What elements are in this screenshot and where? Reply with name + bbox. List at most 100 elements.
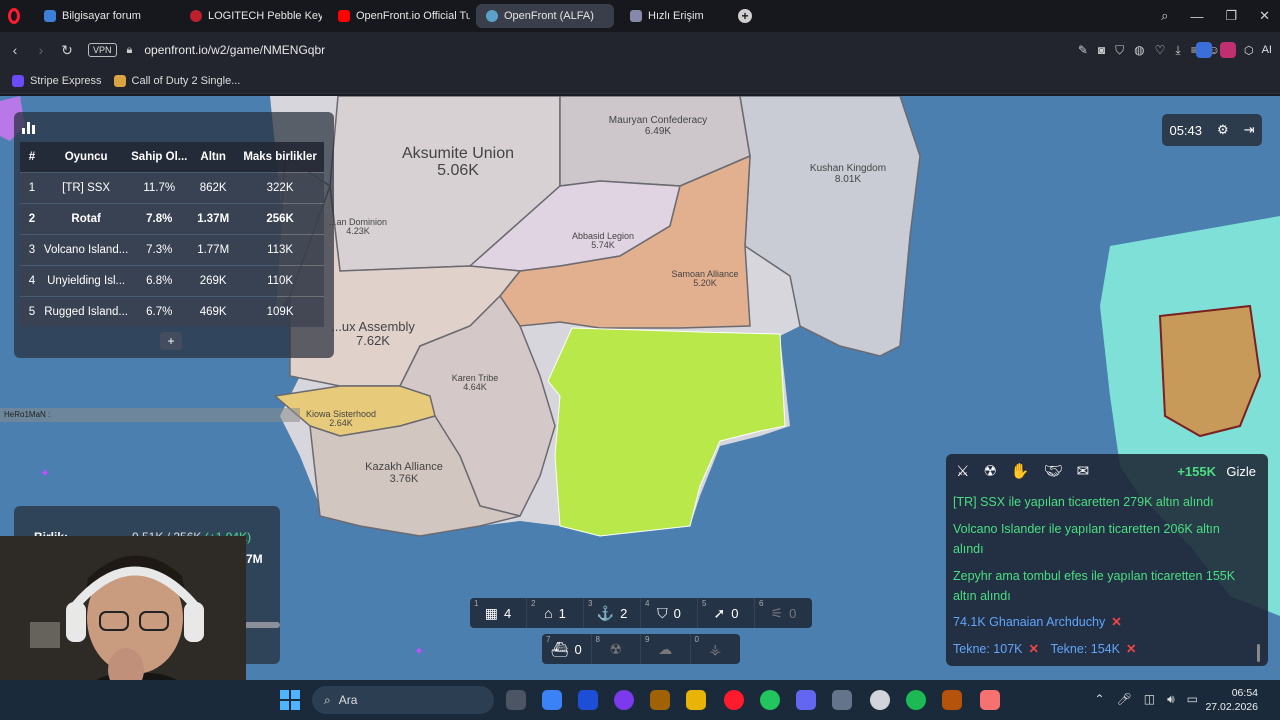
chrome-icon[interactable] [760,690,780,710]
new-tab-button[interactable]: + [738,9,752,23]
events-scrollbar[interactable] [1257,644,1260,662]
windows-start-icon[interactable] [280,690,300,710]
build-count: 0 [731,605,739,621]
unit-marker-icon[interactable]: ✦ [414,644,424,658]
settings-icon[interactable] [832,690,852,710]
opera-icon[interactable] [724,690,744,710]
leaderboard-expand-button[interactable]: + [160,332,182,350]
discord-icon[interactable] [796,690,816,710]
leaderboard-row[interactable]: 1 [TR] SSX 11.7% 862K 322K [20,171,324,203]
edit-icon[interactable]: ✎ [1078,43,1088,57]
bookmark-stripe[interactable]: Stripe Express [12,74,102,87]
leaderboard-row[interactable]: 3 Volcano Island... 7.3% 1.77M 113K [20,233,324,265]
trade-hand-icon[interactable]: ✋ [1011,462,1030,480]
sword-icon[interactable]: ⚔ [956,462,969,480]
shield-icon[interactable]: ⛉ [1115,43,1124,58]
settings-gear-icon[interactable]: ⚙ [1217,122,1229,138]
tab-bilgisayar-forum[interactable]: Bilgisayar forum [34,4,174,28]
chevron-up-icon[interactable]: ⌃ [1094,692,1104,707]
taskbar-search[interactable]: ⌕ Ara [312,686,494,714]
build-city-button[interactable]: 1 ▦ 4 [470,598,527,628]
build-defense-button[interactable]: 4 ⛉ 0 [641,598,698,628]
bookmark-cod2[interactable]: Call of Duty 2 Single... [113,74,240,87]
nuke-icon[interactable]: ☢ [983,462,996,480]
heart-icon[interactable]: ♡ [1155,43,1166,57]
cube-icon[interactable]: ⬡ [1244,44,1254,57]
opera-logo-icon[interactable] [0,0,28,32]
bookmark-label: Stripe Express [30,74,102,87]
task-view-icon[interactable] [506,690,526,710]
back-icon[interactable]: ‹ [2,42,28,58]
microphone-icon[interactable]: 🎤︎ [1117,692,1132,707]
ai-button[interactable]: AI [1262,44,1272,56]
col-gold[interactable]: Altın [190,142,237,172]
build-hydrogen-bomb-button[interactable]: 9 ☁ [641,634,691,664]
vpn-badge[interactable]: VPN [88,43,117,57]
volume-icon[interactable]: 🔊︎ [1167,692,1175,707]
store-icon[interactable] [542,690,562,710]
spotify-icon[interactable] [906,690,926,710]
cancel-x-icon[interactable]: ✕ [1029,642,1039,656]
vpn-globe-icon[interactable]: ◍ [1134,43,1144,57]
tab-youtube[interactable]: OpenFront.io Official Tuto [328,4,470,28]
cancel-x-icon[interactable]: ✕ [1126,642,1136,656]
minimize-icon[interactable]: — [1190,9,1203,24]
build-mirv-button[interactable]: 0 ⚶ [691,634,741,664]
extension-icon[interactable] [1219,42,1236,58]
tab-logitech[interactable]: LOGITECH Pebble Keys 2 K [180,4,322,28]
build-warship-button[interactable]: 7 ⛴ 0 [542,634,592,664]
search-tabs-icon[interactable]: ⌕ [1161,8,1168,24]
gold-value: 7M [246,552,263,566]
network-icon[interactable]: ◫ [1144,692,1155,707]
event-message: Volcano Islander ile yapılan ticaretten … [953,522,1220,556]
tab-label: OpenFront (ALFA) [504,10,594,22]
leaderboard-row[interactable]: 5 Rugged Island... 6.7% 469K 109K [20,295,324,327]
maximize-icon[interactable]: ❐ [1225,8,1237,24]
bar-chart-icon[interactable] [22,122,36,134]
build-atom-bomb-button[interactable]: 8 ☢ [592,634,641,664]
build-factory-button[interactable]: 2 ⌂ 1 [527,598,584,628]
attack-ratio-slider[interactable] [244,622,280,628]
col-rank[interactable]: # [20,142,44,172]
search-icon: ⌕ [324,692,331,707]
cancel-x-icon[interactable]: ✕ [1111,615,1121,629]
row-rank: 2 [20,202,44,234]
taskbar-clock[interactable]: 06:54 27.02.2026 [1205,686,1258,714]
app-icon[interactable] [870,690,890,710]
battery-icon[interactable]: ▭ [1187,692,1198,707]
forward-icon[interactable]: › [28,42,54,58]
app-icon[interactable] [942,690,962,710]
col-max-troops[interactable]: Maks birlikler [236,142,324,172]
windows-taskbar: ⌕ Ara ⌃ 🎤︎ ◫ 🔊︎ ▭ 06:54 27.02.2026 [0,680,1280,720]
media-player-icon[interactable] [614,690,634,710]
col-player[interactable]: Oyuncu [43,142,129,172]
exit-icon[interactable]: ⇥ [1244,122,1255,138]
hide-events-button[interactable]: Gizle [1226,464,1256,479]
build-port-button[interactable]: 3 ⚓ 2 [584,598,641,628]
lock-icon[interactable]: 🔒︎ [127,44,133,57]
leaderboard-row[interactable]: 4 Unyielding Isl... 6.8% 269K 110K [20,264,324,296]
camera-icon[interactable]: ◙ [1098,43,1105,57]
close-icon[interactable]: ✕ [1259,8,1270,24]
tab-openfront[interactable]: OpenFront (ALFA) [476,4,614,28]
reload-icon[interactable]: ↻ [54,42,80,59]
row-player: Unyielding Isl... [43,264,129,296]
app-icon[interactable] [650,690,670,710]
build-sam-button[interactable]: 6 ⚟ 0 [755,598,812,628]
handshake-icon[interactable]: 🤝︎ [1044,462,1063,480]
app-icon[interactable] [980,690,1000,710]
extensions: ⬡ AI [1195,38,1272,62]
chat-icon[interactable]: ✉ [1077,462,1090,480]
event-message-attack[interactable]: 74.1K Ghanaian Archduchy ✕ [953,612,1253,632]
build-missile-silo-button[interactable]: 5 ➚ 0 [698,598,755,628]
city-icon: ▦ [484,604,498,621]
leaderboard-row-self[interactable]: 2 Rotaf 7.8% 1.37M 256K [20,202,324,234]
translate-extension-icon[interactable] [1195,42,1212,58]
outlook-icon[interactable] [578,690,598,710]
download-icon[interactable]: ⤓ [1175,43,1180,58]
tab-hizli-erisim[interactable]: Hızlı Erişim [620,4,720,28]
unit-marker-icon[interactable]: ✦ [40,466,50,480]
url-field[interactable]: openfront.io/w2/game/NMENGqbr [144,43,325,57]
col-owned[interactable]: Sahip Ol... [128,142,191,172]
file-explorer-icon[interactable] [686,690,706,710]
